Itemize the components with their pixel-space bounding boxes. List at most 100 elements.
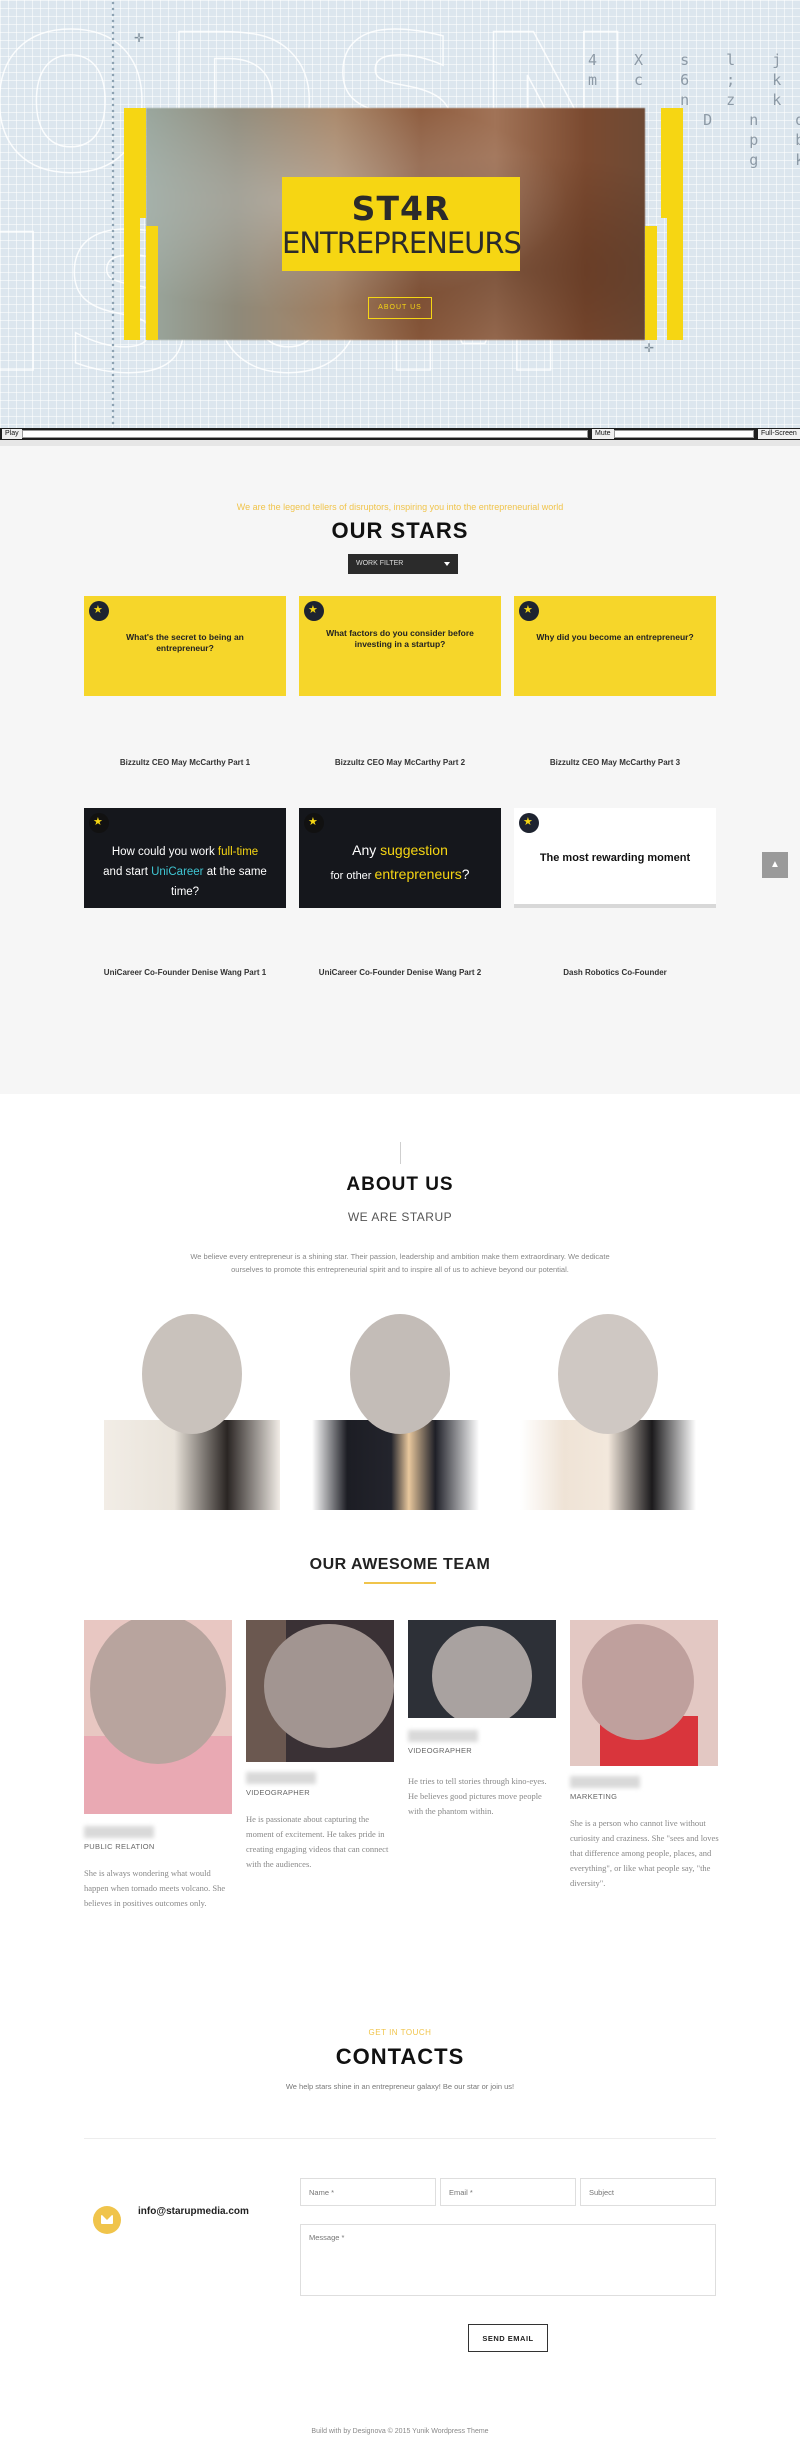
about-us-button[interactable]: ABOUT US	[368, 297, 432, 319]
member-bio: She is always wondering what would happe…	[84, 1868, 226, 1908]
contacts-divider	[84, 2138, 716, 2139]
card-question-part: How could you work	[111, 846, 218, 858]
section-divider-line	[400, 1142, 401, 1164]
member-name-blurred	[408, 1730, 478, 1742]
play-button[interactable]: Play	[2, 429, 22, 439]
scroll-to-top-button[interactable]: ▲	[762, 852, 788, 878]
starup-badge-icon	[304, 601, 324, 621]
card-question-part: ?	[461, 866, 470, 882]
member-photo	[408, 1620, 556, 1718]
blurred-face	[432, 1626, 532, 1718]
logo-line-2: ENTREPRENEURS	[282, 226, 522, 260]
hero-frame-left-inner	[140, 108, 146, 218]
founder-photo	[312, 1314, 488, 1510]
crosshair-icon: ✛	[134, 31, 145, 45]
card-caption[interactable]: Bizzultz CEO May McCarthy Part 1	[84, 758, 286, 767]
contact-email[interactable]: info@starupmedia.com	[138, 2206, 249, 2217]
card-question-highlight: UniCareer	[151, 866, 204, 878]
hero-frame-left	[124, 108, 140, 340]
member-role: VIDEOGRAPHER	[408, 1746, 473, 1755]
contacts-title: CONTACTS	[335, 2044, 465, 2069]
card-caption[interactable]: Bizzultz CEO May McCarthy Part 2	[299, 758, 501, 767]
starup-badge-icon	[89, 813, 109, 833]
member-role: PUBLIC RELATION	[84, 1842, 155, 1851]
card-question-highlight: suggestion	[380, 842, 448, 858]
about-subtitle: WE ARE STARUP	[347, 1210, 453, 1224]
star-video-card[interactable]: How could you work full-time and start U…	[84, 808, 286, 908]
member-name-blurred	[570, 1776, 640, 1788]
card-question: How could you work full-time and start U…	[92, 842, 278, 902]
hero-frame-right-step	[645, 226, 657, 340]
hero-frame-left-step	[146, 226, 158, 340]
member-photo	[246, 1620, 394, 1762]
about-description: We believe every entrepreneur is a shini…	[190, 1252, 610, 1274]
message-textarea[interactable]	[300, 2224, 716, 2296]
star-video-card[interactable]: The most rewarding moment	[514, 808, 716, 908]
stars-title: OUR STARS	[331, 518, 469, 543]
blurred-face	[558, 1314, 658, 1434]
card-caption[interactable]: Bizzultz CEO May McCarthy Part 3	[514, 758, 716, 767]
contacts-section: GET IN TOUCH CONTACTS We help stars shin…	[0, 1994, 800, 2464]
name-input[interactable]	[300, 2178, 436, 2206]
logo-line-1: ST4R	[351, 189, 451, 228]
footer-credit: Build with by Designova © 2015 Yunik Wor…	[311, 2428, 489, 2435]
arrow-up-icon: ▲	[770, 859, 780, 870]
card-caption[interactable]: UniCareer Co-Founder Denise Wang Part 2	[299, 968, 501, 977]
star-video-card[interactable]: Why did you become an entrepreneur?	[514, 596, 716, 696]
caret-down-icon	[444, 562, 450, 566]
mute-button[interactable]: Mute	[592, 429, 614, 439]
starup-badge-icon	[519, 813, 539, 833]
card-question: What factors do you consider before inve…	[326, 628, 474, 649]
about-title: ABOUT US	[346, 1174, 454, 1195]
starup-badge-icon	[519, 601, 539, 621]
subject-input[interactable]	[580, 2178, 716, 2206]
member-bio: He is passionate about capturing the mom…	[246, 1814, 389, 1869]
work-filter-label: WORK FILTER	[356, 560, 404, 567]
blurred-face	[350, 1314, 450, 1434]
star-video-card[interactable]: Any suggestion for other entrepreneurs?	[299, 808, 501, 908]
member-name-blurred	[246, 1772, 316, 1784]
team-title: OUR AWESOME TEAM	[309, 1556, 491, 1573]
email-input[interactable]	[440, 2178, 576, 2206]
starup-badge-icon	[304, 813, 324, 833]
blurred-face	[90, 1620, 226, 1764]
card-question-part: for other	[330, 870, 375, 882]
hero-frame-right	[667, 108, 683, 340]
card-question-highlight: full-time	[217, 846, 259, 858]
send-email-button[interactable]: SEND EMAIL	[468, 2324, 548, 2352]
founder-photo	[520, 1314, 696, 1510]
member-name-blurred	[84, 1826, 154, 1838]
site-logo: ST4R ENTREPRENEURS	[282, 177, 522, 271]
fullscreen-button[interactable]: Full-Screen	[758, 429, 800, 439]
contacts-tag: GET IN TOUCH	[368, 2028, 432, 2037]
contacts-subtitle: We help stars shine in an entrepreneur g…	[285, 2082, 515, 2091]
blurred-face	[264, 1624, 394, 1748]
video-progress-track[interactable]	[22, 430, 588, 438]
card-caption[interactable]: UniCareer Co-Founder Denise Wang Part 1	[84, 968, 286, 977]
video-player-bar: Play Mute Full-Screen	[0, 428, 800, 440]
card-question: What's the secret to being an entreprene…	[126, 632, 244, 653]
card-question-highlight: entrepreneurs	[374, 866, 462, 882]
team-title-underline	[364, 1582, 436, 1584]
card-question: Any suggestion for other entrepreneurs?	[307, 838, 493, 888]
card-caption[interactable]: Dash Robotics Co-Founder	[514, 968, 716, 977]
card-question: Why did you become an entrepreneur?	[536, 632, 694, 642]
founder-photo	[104, 1314, 280, 1510]
hero-dotted-line	[110, 0, 116, 430]
blurred-face	[582, 1624, 694, 1740]
star-video-card[interactable]: What's the secret to being an entreprene…	[84, 596, 286, 696]
star-video-card[interactable]: What factors do you consider before inve…	[299, 596, 501, 696]
work-filter-dropdown[interactable]: WORK FILTER	[348, 554, 458, 574]
about-us-section: ABOUT US WE ARE STARUP We believe every …	[0, 1094, 800, 1994]
member-role: MARKETING	[570, 1792, 618, 1801]
our-stars-section: We are the legend tellers of disruptors,…	[0, 446, 800, 1094]
hero-frame-right-inner	[661, 108, 667, 218]
mail-icon	[93, 2206, 121, 2234]
starup-badge-icon	[89, 601, 109, 621]
crosshair-icon: ✛	[644, 341, 655, 355]
member-photo	[570, 1620, 718, 1766]
member-role: VIDEOGRAPHER	[246, 1788, 311, 1797]
volume-track[interactable]	[614, 430, 754, 438]
stars-tagline: We are the legend tellers of disruptors,…	[236, 502, 564, 512]
blurred-face	[142, 1314, 242, 1434]
